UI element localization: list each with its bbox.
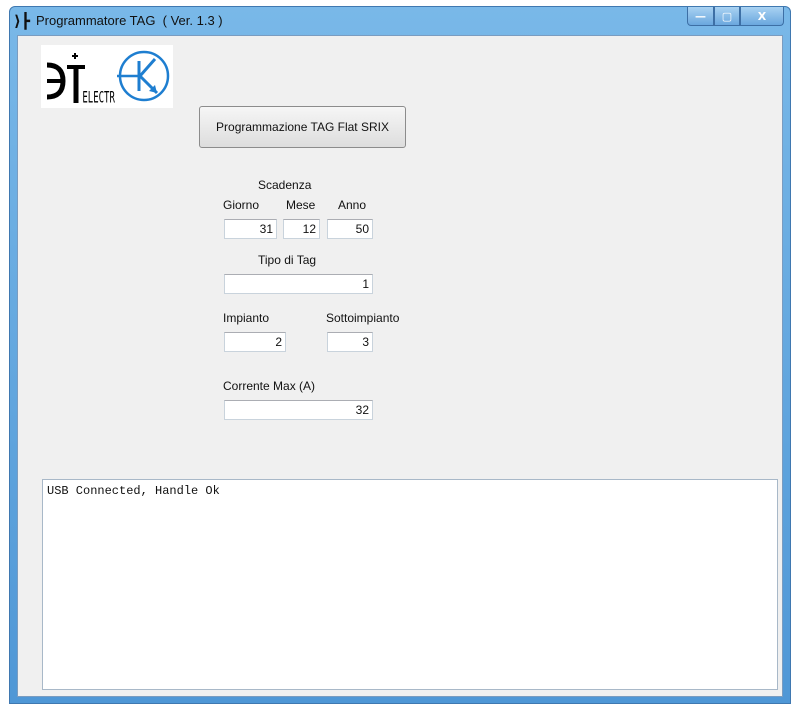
- anno-label: Anno: [338, 198, 367, 212]
- minimize-icon: —: [695, 9, 706, 23]
- maximize-button[interactable]: ▢: [714, 7, 740, 26]
- log-textarea[interactable]: USB Connected, Handle Ok: [42, 479, 778, 690]
- app-icon: ⟩┣: [14, 12, 30, 30]
- close-icon: X: [757, 9, 767, 23]
- app-window: ⟩┣ Programmatore TAG ( Ver. 1.3 ) — ▢ X: [9, 6, 791, 704]
- close-button[interactable]: X: [740, 7, 784, 26]
- svg-text:ELECTR: ELECTR: [82, 89, 115, 107]
- giorno-field[interactable]: 31: [224, 219, 277, 239]
- mese-label: Mese: [286, 198, 316, 212]
- sottoimpianto-label: Sottoimpianto: [326, 311, 400, 325]
- scadenza-label: Scadenza: [258, 178, 312, 192]
- maximize-icon: ▢: [721, 9, 733, 23]
- corrente-field[interactable]: 32: [224, 400, 373, 420]
- impianto-label: Impianto: [223, 311, 270, 325]
- anno-field[interactable]: 50: [327, 219, 373, 239]
- company-logo: ELECTR: [41, 45, 173, 108]
- window-controls: — ▢ X: [687, 7, 784, 26]
- tipo-tag-field[interactable]: 1: [224, 274, 373, 294]
- corrente-label: Corrente Max (A): [223, 379, 316, 393]
- client-area: ELECTR Programmazione TAG Flat SRIX Scad…: [17, 35, 783, 697]
- minimize-button[interactable]: —: [687, 7, 714, 26]
- mese-field[interactable]: 12: [283, 219, 320, 239]
- giorno-label: Giorno: [223, 198, 260, 212]
- program-tag-button[interactable]: Programmazione TAG Flat SRIX: [199, 106, 406, 148]
- logo-graphic: ELECTR: [46, 50, 170, 108]
- impianto-field[interactable]: 2: [224, 332, 286, 352]
- window-title: Programmatore TAG ( Ver. 1.3 ): [36, 13, 223, 28]
- tipo-tag-label: Tipo di Tag: [258, 253, 317, 267]
- sottoimpianto-field[interactable]: 3: [327, 332, 373, 352]
- title-bar[interactable]: ⟩┣ Programmatore TAG ( Ver. 1.3 ) — ▢ X: [10, 7, 790, 35]
